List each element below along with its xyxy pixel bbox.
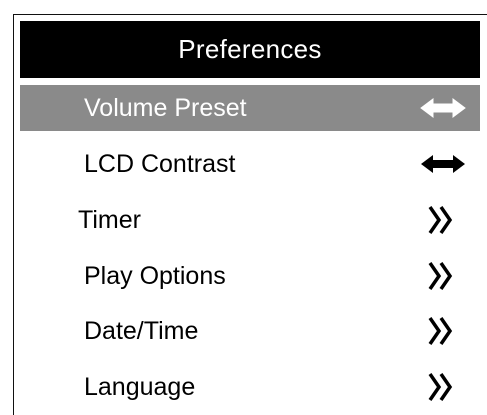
menu-item-lcd-contrast[interactable]: LCD Contrast (20, 141, 480, 187)
left-right-arrow-icon (420, 96, 466, 120)
menu-item-language[interactable]: Language (20, 364, 480, 410)
double-chevron-right-icon (428, 205, 456, 235)
left-right-arrow-icon (420, 152, 466, 176)
preferences-menu: Volume Preset LCD Contrast Timer Play Op… (20, 0, 480, 415)
double-chevron-right-icon (428, 316, 456, 346)
menu-item-date-time[interactable]: Date/Time (20, 308, 480, 354)
double-chevron-right-icon (428, 372, 456, 402)
menu-item-label: Language (84, 372, 196, 401)
menu-item-label: Timer (78, 205, 141, 234)
menu-item-label: Volume Preset (84, 93, 247, 122)
menu-item-label: LCD Contrast (84, 149, 236, 178)
menu-item-timer[interactable]: Timer (20, 197, 480, 243)
menu-item-label: Date/Time (84, 316, 199, 345)
menu-item-label: Play Options (84, 261, 226, 290)
menu-item-volume-preset[interactable]: Volume Preset (20, 85, 480, 131)
menu-item-play-options[interactable]: Play Options (20, 253, 480, 299)
double-chevron-right-icon (428, 261, 456, 291)
